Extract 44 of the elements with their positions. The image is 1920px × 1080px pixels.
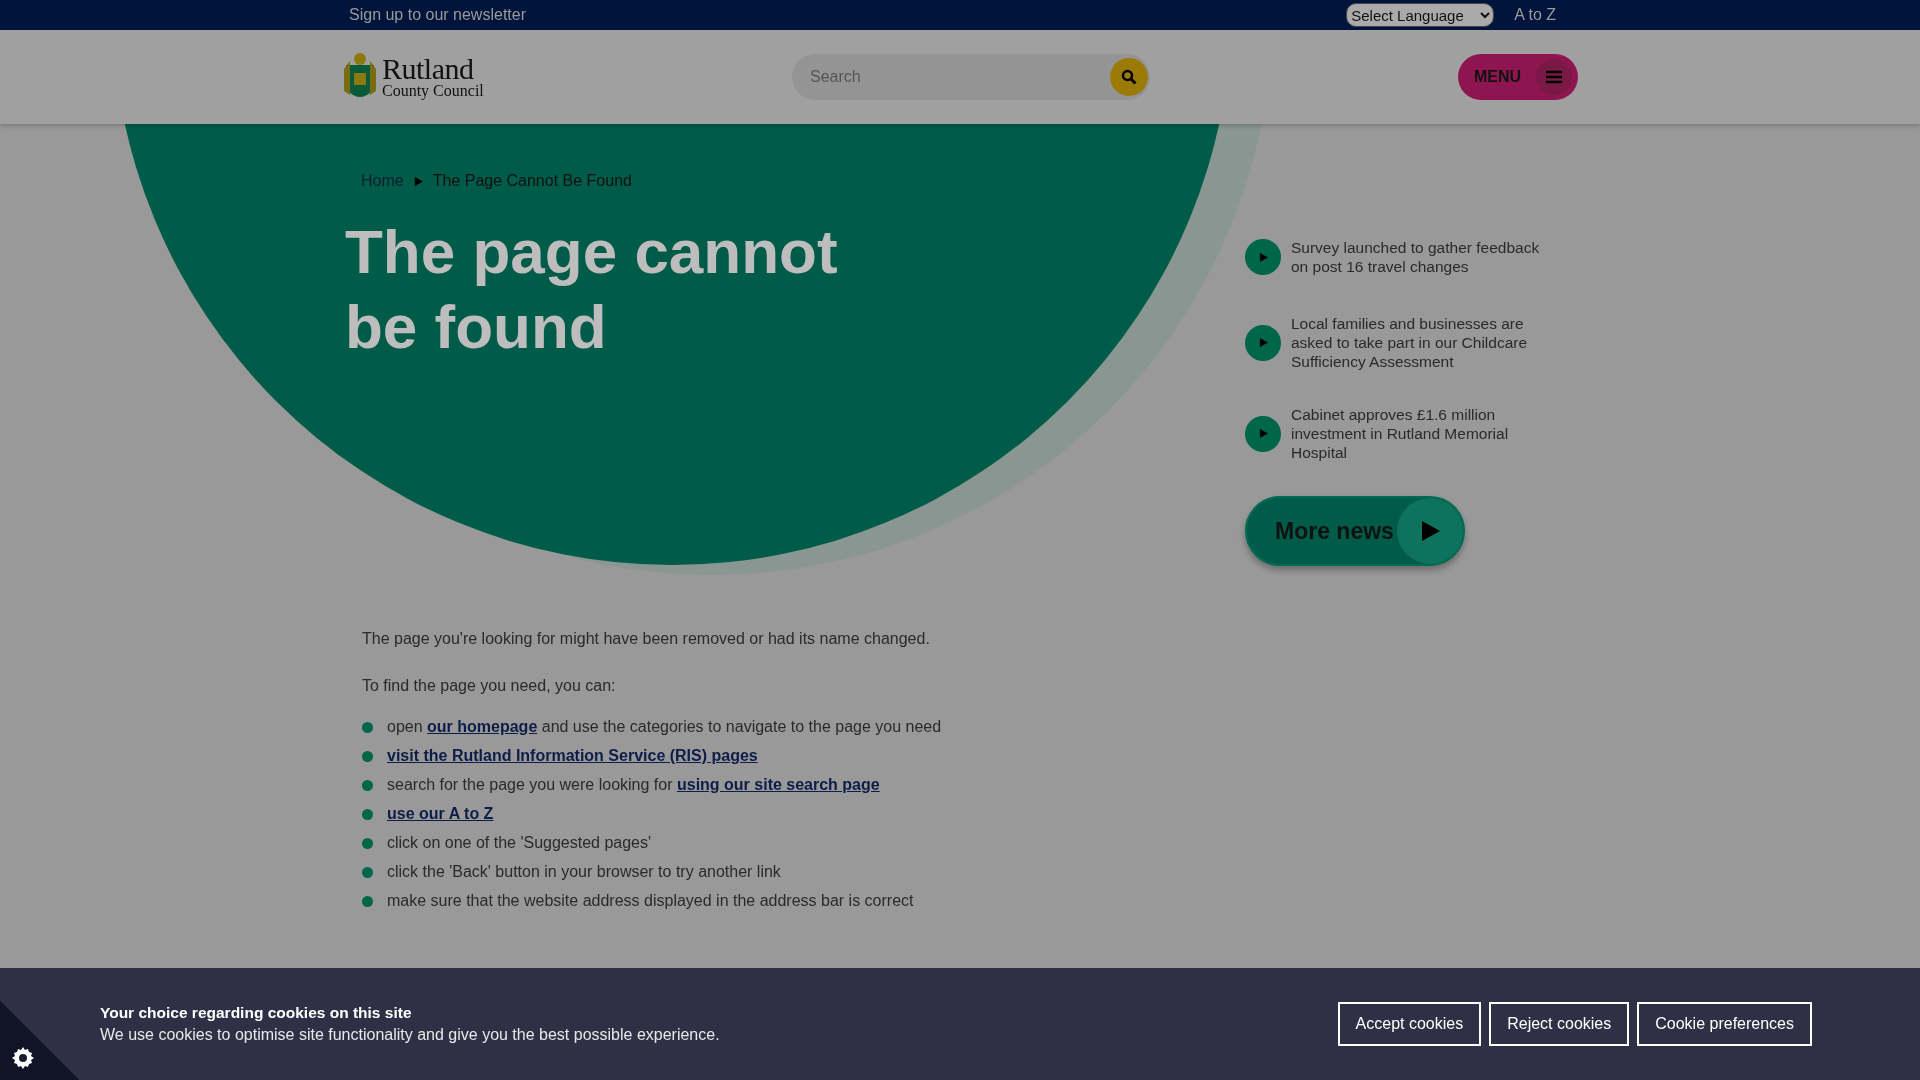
bullet-icon: [362, 721, 373, 733]
body-text: The page you're looking for might have been removed or had its name changed.: [362, 630, 931, 648]
news-link[interactable]: Local families and businesses are asked to take part in our Childcare Sufficiency Assessment: [1245, 314, 1575, 371]
list-item-text: click on one of the 'Suggested pages': [387, 834, 652, 852]
gear-icon[interactable]: [11, 1046, 35, 1070]
list-item-text: make sure that the website address displayed in the address bar is correct: [387, 892, 914, 910]
bullet-icon: [362, 750, 373, 762]
news-link[interactable]: Survey launched to gather feedback on post 16 travel changes: [1245, 238, 1575, 276]
body-text: To find the page you need, you can:: [362, 677, 617, 695]
language-select[interactable]: Select Language: [1346, 3, 1495, 27]
logo-subtitle: County Council: [382, 83, 484, 99]
list-item-text: search for the page you were looking for using our site search page: [387, 776, 880, 794]
list-item-text: click the 'Back' button in your browser to try another link: [387, 863, 781, 881]
breadcrumb-current: The Page Cannot Be Found: [432, 172, 632, 190]
bullet-icon: [362, 866, 373, 878]
inline-link[interactable]: using our site search page: [676, 776, 880, 793]
play-icon: [1258, 429, 1268, 438]
breadcrumb-separator-icon: [413, 176, 423, 186]
search-field[interactable]: Search: [792, 54, 1150, 100]
list-item-text: open our homepage and use the categories to navigate to the page you need: [387, 718, 942, 736]
search-button[interactable]: [1110, 58, 1148, 96]
logo-name: Rutland: [382, 55, 474, 83]
search-icon: [1121, 69, 1137, 85]
list-link[interactable]: use our A to Z: [387, 805, 494, 823]
search-input[interactable]: Search: [808, 67, 1110, 87]
news-link[interactable]: Cabinet approves £1.6 million investment in Rutland Memorial Hospital: [1245, 405, 1575, 462]
menu-icon: [1546, 70, 1562, 84]
cookie-button[interactable]: Accept cookies: [1337, 1002, 1482, 1046]
newsletter-link[interactable]: Sign up to our newsletter: [349, 6, 526, 24]
page-title: The page cannot be found: [345, 216, 839, 363]
list-link[interactable]: visit the Rutland Information Service (RIS) pages: [387, 747, 758, 765]
cookie-text: We use cookies to optimise site functionality and give you the best possible experience.: [100, 1026, 720, 1044]
cookie-title: Your choice regarding cookies on this site: [100, 1004, 413, 1022]
play-icon: [1258, 252, 1268, 262]
play-icon: [1258, 338, 1268, 347]
bullet-icon: [362, 779, 373, 791]
bullet-icon: [362, 837, 373, 849]
a-to-z-link[interactable]: A to Z: [1514, 6, 1556, 24]
cookie-button[interactable]: Reject cookies: [1489, 1002, 1630, 1046]
bullet-icon: [362, 808, 373, 820]
cookie-button[interactable]: Cookie preferences: [1637, 1002, 1812, 1046]
inline-link[interactable]: our homepage: [427, 718, 538, 735]
play-icon: [1420, 521, 1440, 541]
bullet-icon: [362, 895, 373, 907]
